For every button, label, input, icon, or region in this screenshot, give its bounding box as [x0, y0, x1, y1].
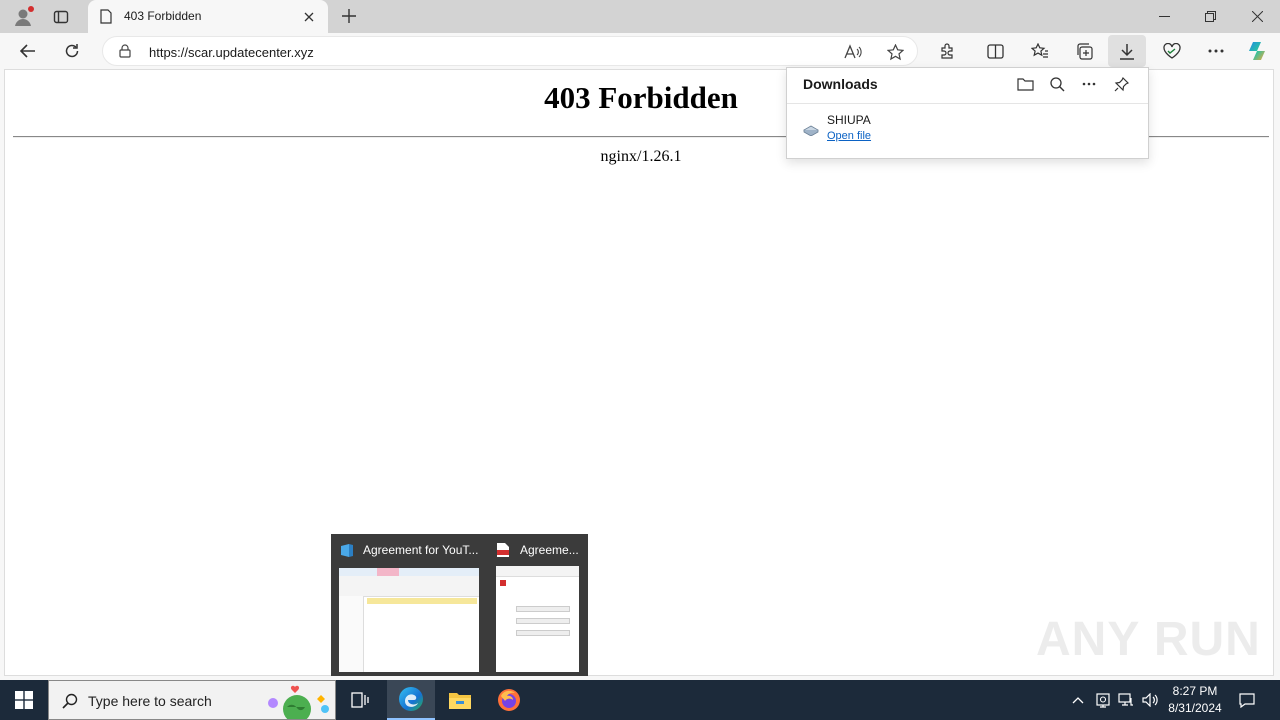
- collections-icon[interactable]: [1072, 39, 1096, 63]
- extensions-icon[interactable]: [935, 39, 959, 63]
- taskbar: Type here to search 8:27 PM 8/31/2024: [0, 680, 1280, 720]
- task-view-icon[interactable]: [336, 680, 384, 720]
- system-clock[interactable]: 8:27 PM 8/31/2024: [1160, 683, 1230, 717]
- tab-actions-icon[interactable]: [48, 4, 74, 30]
- tab-strip: 403 Forbidden: [0, 0, 1280, 33]
- open-file-link[interactable]: Open file: [827, 130, 871, 142]
- anyrun-watermark: ANY RUN: [1036, 613, 1261, 666]
- taskbar-search-box[interactable]: Type here to search: [48, 680, 336, 720]
- preview-thumbnail-2[interactable]: [496, 566, 579, 672]
- start-button[interactable]: [0, 680, 48, 720]
- pdf-window-icon: [495, 542, 511, 558]
- file-explorer-taskbar-icon[interactable]: [436, 680, 484, 720]
- search-icon: [61, 692, 79, 710]
- file-icon: [801, 120, 821, 140]
- edge-taskbar-icon[interactable]: [387, 680, 435, 720]
- network-icon[interactable]: [1117, 691, 1135, 709]
- search-downloads-icon[interactable]: [1047, 74, 1067, 94]
- preview-title-2[interactable]: Agreeme...: [520, 543, 579, 557]
- favorites-icon[interactable]: [1028, 39, 1052, 63]
- downloads-title: Downloads: [803, 76, 878, 92]
- downloads-button[interactable]: [1108, 35, 1146, 67]
- close-window-button[interactable]: [1245, 4, 1269, 28]
- read-aloud-icon[interactable]: [843, 42, 863, 62]
- lock-icon[interactable]: [117, 43, 133, 59]
- new-tab-button[interactable]: [338, 5, 360, 27]
- tab-title: 403 Forbidden: [124, 9, 202, 23]
- profile-icon[interactable]: [10, 4, 36, 30]
- download-file-name[interactable]: SHIUPA: [827, 113, 871, 127]
- volume-icon[interactable]: [1141, 691, 1159, 709]
- open-folder-icon[interactable]: [1015, 74, 1035, 94]
- minimize-button[interactable]: [1152, 4, 1176, 28]
- copilot-icon[interactable]: [1245, 38, 1271, 64]
- url-text[interactable]: https://scar.updatecenter.xyz: [149, 45, 314, 60]
- favorite-star-icon[interactable]: [885, 42, 905, 62]
- back-button[interactable]: [16, 39, 40, 63]
- show-hidden-icons-icon[interactable]: [1070, 692, 1086, 708]
- firefox-taskbar-icon[interactable]: [485, 680, 533, 720]
- more-options-icon[interactable]: [1204, 39, 1228, 63]
- taskbar-thumbnail-preview: Agreement for YouT... Agreeme...: [331, 534, 588, 676]
- explorer-window-icon: [339, 542, 355, 558]
- downloads-separator: [787, 103, 1148, 104]
- notifications-icon[interactable]: [1238, 691, 1256, 709]
- search-highlight-icon: [261, 683, 333, 719]
- page-viewport: 403 Forbidden nginx/1.26.1: [4, 69, 1274, 676]
- split-screen-icon[interactable]: [983, 39, 1007, 63]
- search-placeholder: Type here to search: [88, 693, 212, 709]
- downloads-panel: Downloads SHIUPA Open file: [786, 67, 1149, 159]
- close-tab-icon[interactable]: [300, 8, 318, 26]
- downloads-more-icon[interactable]: [1079, 74, 1099, 94]
- clock-time: 8:27 PM: [1172, 684, 1218, 698]
- clock-date: 8/31/2024: [1168, 701, 1222, 715]
- restore-button[interactable]: [1198, 4, 1222, 28]
- defender-icon[interactable]: [1094, 691, 1112, 709]
- pin-icon[interactable]: [1111, 74, 1131, 94]
- refresh-button[interactable]: [60, 39, 84, 63]
- page-icon: [98, 8, 114, 24]
- preview-title-1[interactable]: Agreement for YouT...: [363, 543, 478, 557]
- address-bar[interactable]: https://scar.updatecenter.xyz: [102, 36, 918, 66]
- preview-thumbnail-1[interactable]: [339, 568, 479, 672]
- tab-active[interactable]: 403 Forbidden: [88, 0, 328, 33]
- browser-essentials-icon[interactable]: [1160, 39, 1184, 63]
- toolbar: https://scar.updatecenter.xyz: [0, 33, 1280, 69]
